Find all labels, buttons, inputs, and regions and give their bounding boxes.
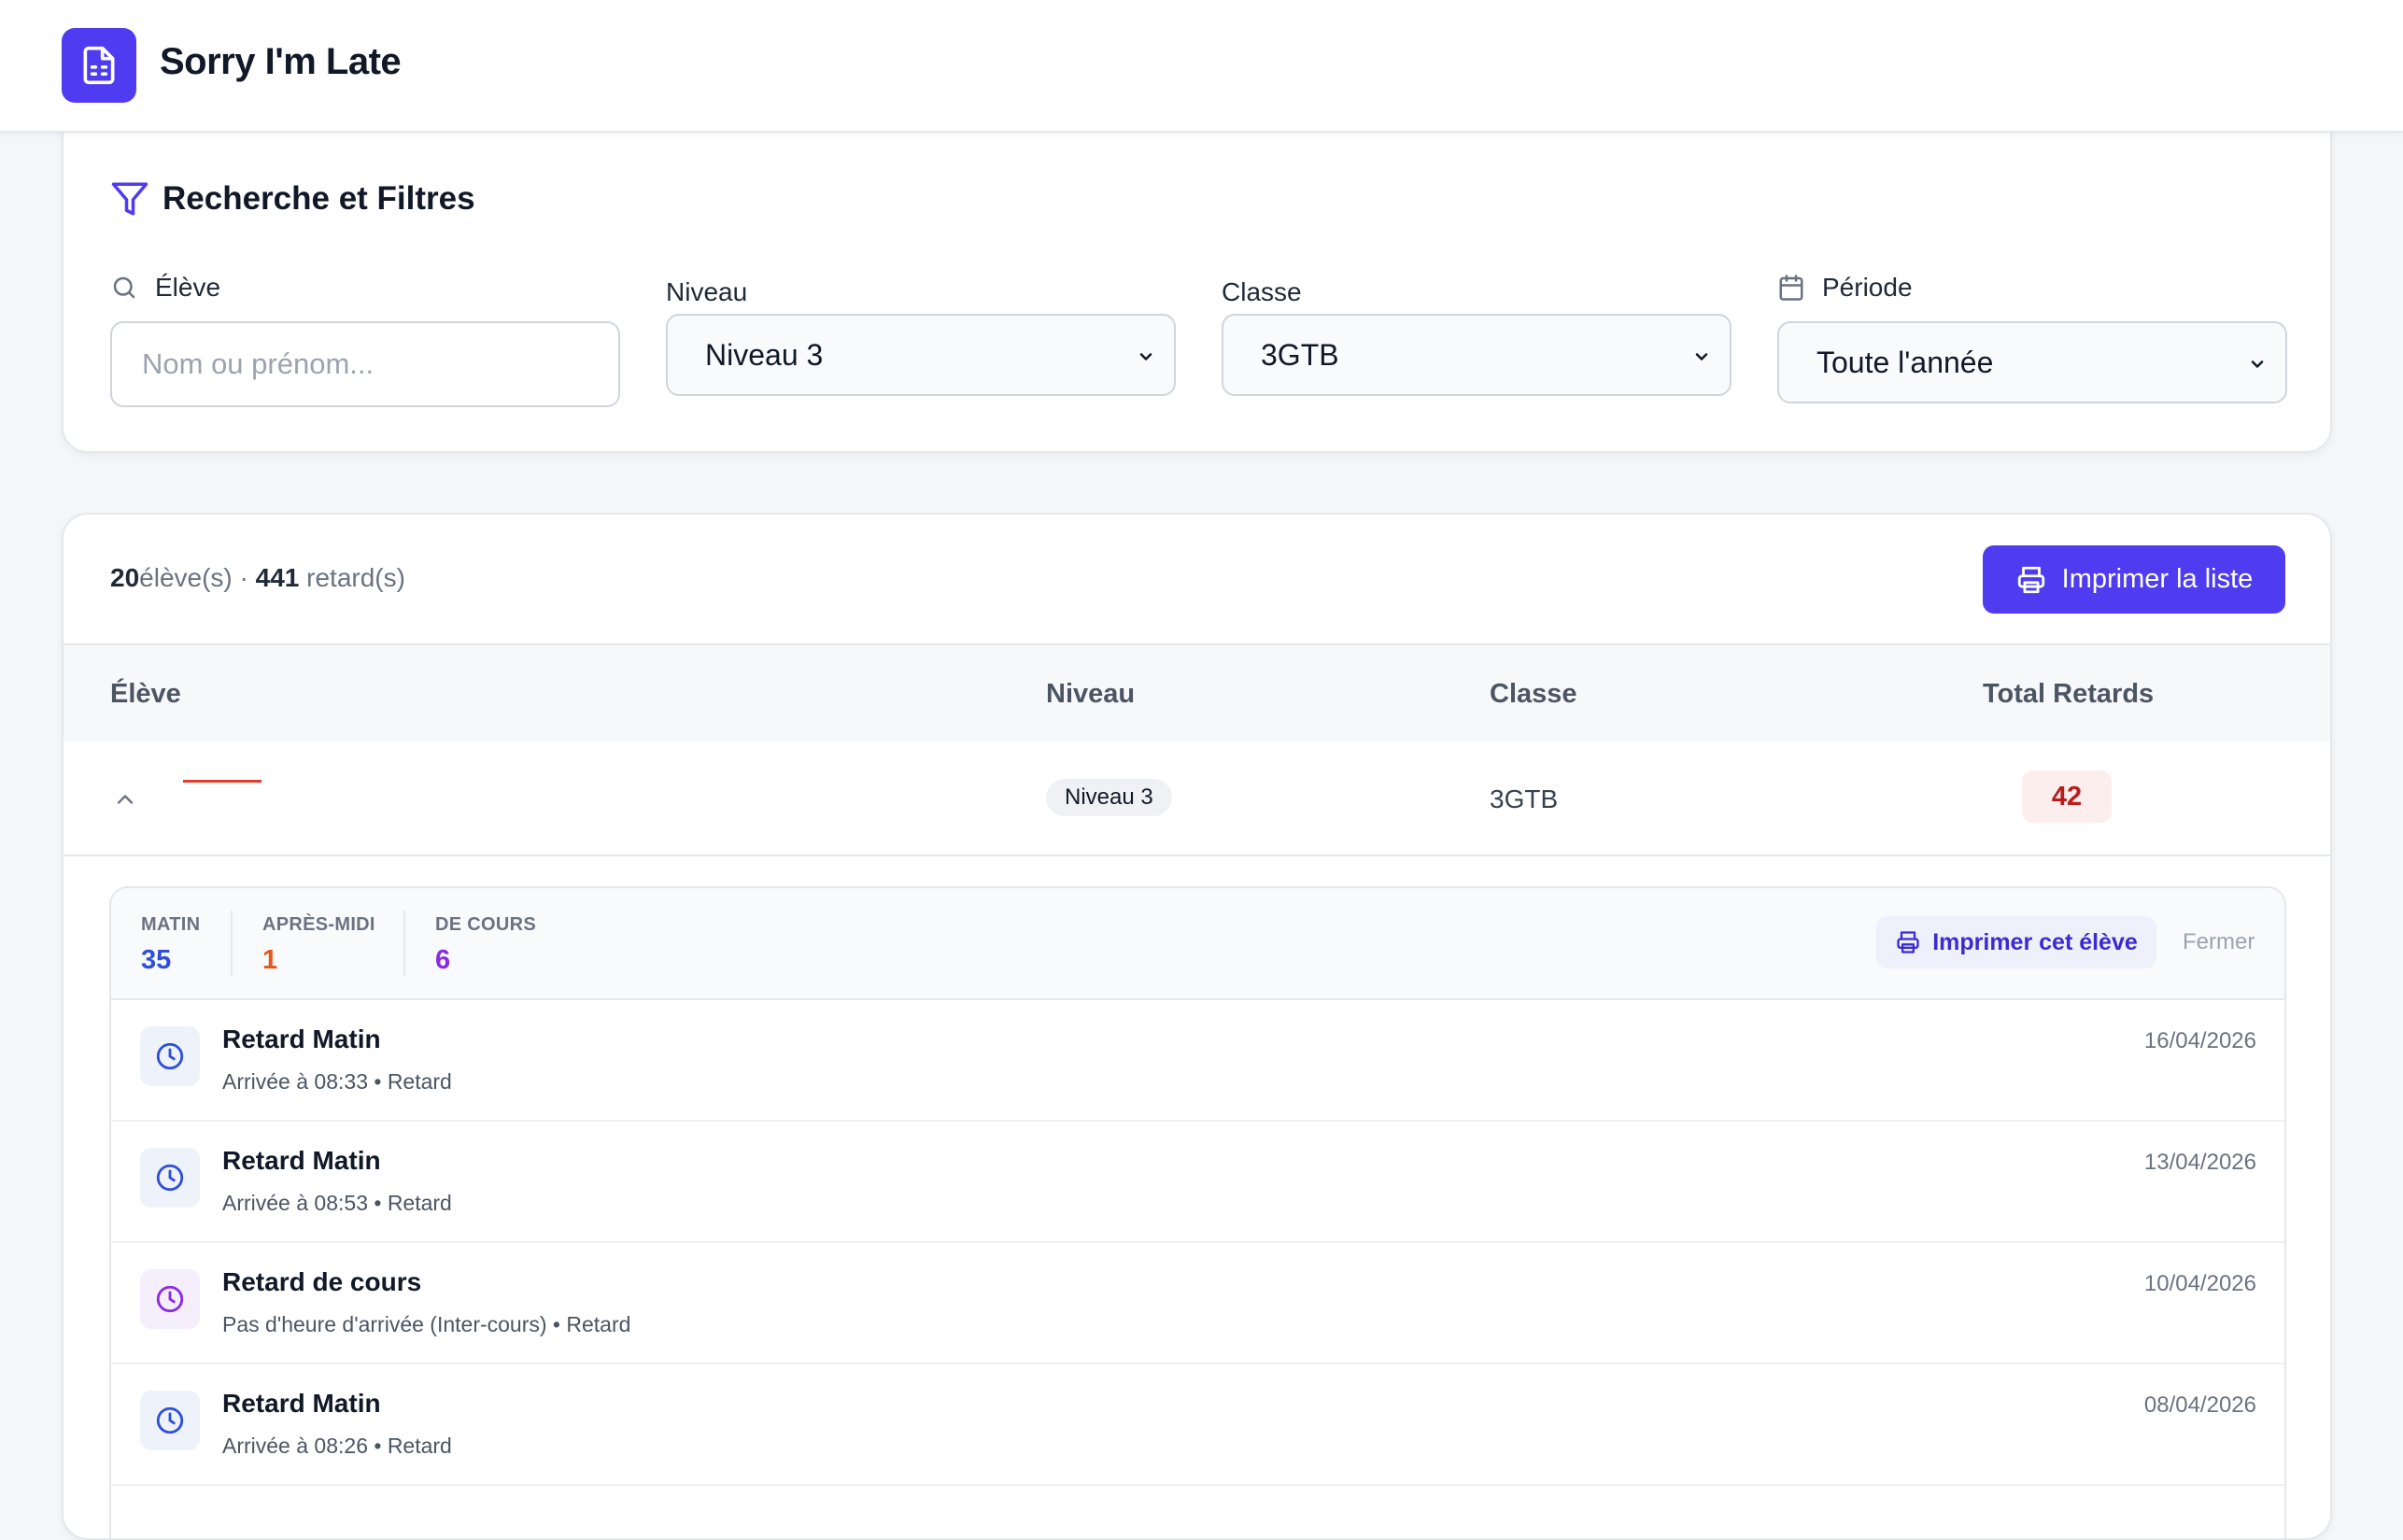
column-header-niveau[interactable]: Niveau xyxy=(1046,679,1135,710)
list-item[interactable]: Retard Matin Arrivée à 08:26 • Retard 08… xyxy=(111,1364,2284,1486)
event-icon-wrap xyxy=(140,1026,200,1086)
classe-label-text: Classe xyxy=(1222,277,1302,306)
retards-label: retard(s) xyxy=(306,563,405,592)
close-detail-button[interactable]: Fermer xyxy=(2183,929,2255,955)
chevron-down-icon xyxy=(1695,353,1708,360)
stat-apres-midi: APRÈS-MIDI 1 xyxy=(262,914,375,976)
stat-divider xyxy=(231,911,233,976)
niveau-badge: Niveau 3 xyxy=(1046,779,1172,816)
stat-de-cours: DE COURS 6 xyxy=(435,914,536,976)
classe-field-label: Classe xyxy=(1222,277,1302,307)
filter-icon xyxy=(111,182,148,216)
column-header-classe[interactable]: Classe xyxy=(1490,679,1577,710)
stat-de-cours-label: DE COURS xyxy=(435,914,536,935)
event-date: 08/04/2026 xyxy=(2143,1392,2256,1418)
detail-header: MATIN 35 APRÈS-MIDI 1 DE COURS 6 Imprime… xyxy=(111,888,2284,1000)
event-title: Retard Matin xyxy=(222,1389,381,1418)
stat-de-cours-value: 6 xyxy=(435,945,451,975)
niveau-select[interactable]: Niveau 3 xyxy=(666,314,1176,396)
classe-select-value: 3GTB xyxy=(1261,337,1339,372)
app-title: Sorry I'm Late xyxy=(160,41,402,82)
niveau-label-text: Niveau xyxy=(666,277,748,306)
event-icon-wrap xyxy=(140,1269,200,1329)
chevron-down-icon xyxy=(1139,353,1152,360)
list-item[interactable]: Retard Matin Arrivée à 08:53 • Retard 13… xyxy=(111,1122,2284,1243)
event-icon-wrap xyxy=(140,1391,200,1450)
event-date: 16/04/2026 xyxy=(2143,1028,2256,1053)
periode-select[interactable]: Toute l'année xyxy=(1777,321,2287,403)
printer-icon xyxy=(1897,931,1919,954)
stat-apres-midi-label: APRÈS-MIDI xyxy=(262,914,375,935)
stat-matin: MATIN 35 xyxy=(141,914,200,976)
results-summary: 20élève(s) · 441 retard(s) xyxy=(110,563,405,593)
event-date: 10/04/2026 xyxy=(2143,1271,2256,1296)
chevron-up-icon[interactable] xyxy=(112,786,138,812)
event-title: Retard Matin xyxy=(222,1024,381,1053)
search-icon xyxy=(113,276,135,299)
periode-field-label: Période xyxy=(1777,273,1913,303)
print-student-label: Imprimer cet élève xyxy=(1932,928,2138,955)
eleve-label-text: Élève xyxy=(155,273,221,302)
stat-divider xyxy=(403,911,405,976)
eleves-label: élève(s) xyxy=(139,563,233,592)
filters-title: Recherche et Filtres xyxy=(163,180,475,217)
periode-label-text: Période xyxy=(1822,273,1913,302)
periode-select-value: Toute l'année xyxy=(1816,345,1994,379)
calendar-icon xyxy=(1779,275,1803,301)
list-item[interactable]: Retard Matin Arrivée à 08:33 • Retard 16… xyxy=(111,1000,2284,1122)
event-subtitle: Arrivée à 08:53 • Retard xyxy=(222,1191,452,1215)
eleve-search-input[interactable]: Nom ou prénom... xyxy=(110,321,620,407)
top-bar: Sorry I'm Late xyxy=(0,0,2403,133)
stat-matin-value: 35 xyxy=(141,945,172,975)
clock-icon xyxy=(156,1285,184,1313)
table-header: Élève Niveau Classe Total Retards xyxy=(64,643,2330,742)
niveau-select-value: Niveau 3 xyxy=(705,337,824,372)
event-subtitle: Pas d'heure d'arrivée (Inter-cours) • Re… xyxy=(222,1312,631,1336)
niveau-field-label: Niveau xyxy=(666,277,747,307)
print-student-button[interactable]: Imprimer cet élève xyxy=(1876,916,2156,968)
classe-cell: 3GTB xyxy=(1490,784,1559,813)
event-icon-wrap xyxy=(140,1148,200,1208)
print-list-button[interactable]: Imprimer la liste xyxy=(1983,545,2285,614)
event-title: Retard Matin xyxy=(222,1146,381,1175)
column-header-total[interactable]: Total Retards xyxy=(1983,679,2154,710)
student-name-redacted xyxy=(183,780,262,783)
table-row[interactable]: Niveau 3 3GTB 42 xyxy=(64,742,2330,856)
event-date: 13/04/2026 xyxy=(2143,1150,2256,1175)
event-title: Retard de cours xyxy=(222,1267,422,1296)
students-list-card: 20élève(s) · 441 retard(s) Imprimer la l… xyxy=(62,513,2332,1540)
summary-separator: · xyxy=(239,563,248,592)
filters-card: Recherche et Filtres Élève Nom ou prénom… xyxy=(62,120,2332,453)
stat-apres-midi-value: 1 xyxy=(262,945,278,975)
classe-select[interactable]: 3GTB xyxy=(1222,314,1732,396)
eleve-field-label: Élève xyxy=(110,273,220,303)
printer-icon xyxy=(2017,566,2044,593)
event-subtitle: Arrivée à 08:33 • Retard xyxy=(222,1069,452,1094)
stat-matin-label: MATIN xyxy=(141,914,201,935)
clock-icon xyxy=(156,1406,184,1434)
event-subtitle: Arrivée à 08:26 • Retard xyxy=(222,1434,452,1458)
total-retards-badge: 42 xyxy=(2022,770,2112,823)
list-item[interactable]: Retard de cours Pas d'heure d'arrivée (I… xyxy=(111,1243,2284,1364)
app-logo[interactable] xyxy=(62,28,136,103)
student-detail-panel: MATIN 35 APRÈS-MIDI 1 DE COURS 6 Imprime… xyxy=(109,886,2286,1538)
retards-count: 441 xyxy=(255,563,300,592)
clock-icon xyxy=(156,1042,184,1070)
eleves-count: 20 xyxy=(110,563,140,592)
document-icon xyxy=(83,46,115,85)
print-list-label: Imprimer la liste xyxy=(2061,564,2254,594)
clock-icon xyxy=(156,1164,184,1192)
column-header-eleve[interactable]: Élève xyxy=(110,679,181,710)
chevron-down-icon xyxy=(2251,360,2264,368)
